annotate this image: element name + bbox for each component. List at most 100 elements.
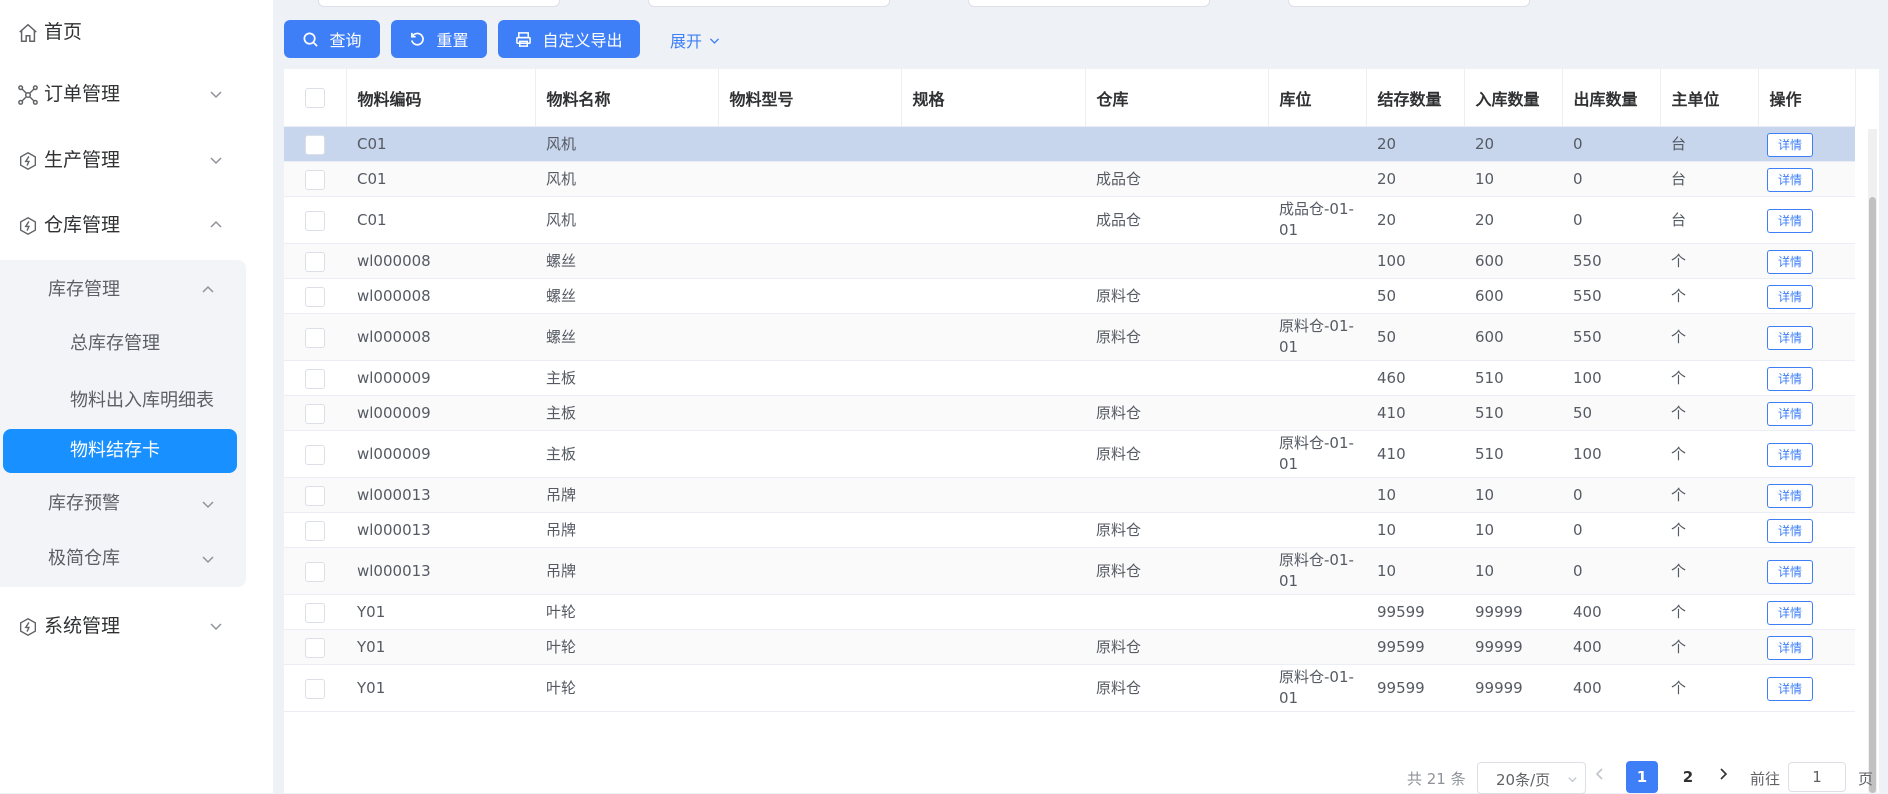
detail-button[interactable]: 详情 bbox=[1767, 677, 1813, 701]
cell-in: 510 bbox=[1464, 395, 1562, 431]
table-row[interactable]: wl000008 螺丝 原料仓 50 600 550 个详情 bbox=[284, 278, 1855, 314]
submenu-material-inout[interactable]: 物料出入库明细表 bbox=[0, 379, 246, 423]
row-checkbox[interactable] bbox=[305, 678, 325, 699]
col-header-unit[interactable]: 主单位 bbox=[1660, 69, 1759, 127]
row-checkbox[interactable] bbox=[305, 520, 325, 541]
detail-button[interactable]: 详情 bbox=[1767, 209, 1813, 233]
menu-system[interactable]: 系统管理 bbox=[0, 606, 273, 646]
table-row[interactable]: Y01 叶轮 99599 99999 400 个详情 bbox=[284, 594, 1855, 630]
col-header-in[interactable]: 入库数量 bbox=[1464, 69, 1563, 127]
cell-model bbox=[718, 196, 901, 244]
row-select-cell bbox=[284, 664, 346, 712]
cell-unit: 台 bbox=[1660, 161, 1758, 197]
detail-button[interactable]: 详情 bbox=[1767, 601, 1813, 625]
export-button[interactable]: 自定义导出 bbox=[498, 20, 640, 58]
reset-button[interactable]: 重置 bbox=[391, 20, 487, 58]
table-row[interactable]: wl000013 吊牌 原料仓 原料仓-01-01 10 10 0 个详情 bbox=[284, 547, 1855, 595]
scrollbar-thumb[interactable] bbox=[1869, 197, 1876, 793]
next-page-icon[interactable] bbox=[1716, 767, 1730, 781]
detail-button[interactable]: 详情 bbox=[1767, 285, 1813, 309]
cell-in: 10 bbox=[1464, 161, 1562, 197]
cell-spec bbox=[901, 547, 1085, 595]
detail-button[interactable]: 详情 bbox=[1767, 560, 1813, 584]
detail-button[interactable]: 详情 bbox=[1767, 326, 1813, 350]
detail-button[interactable]: 详情 bbox=[1767, 250, 1813, 274]
select-all-checkbox[interactable] bbox=[304, 87, 325, 108]
col-header-name[interactable]: 物料名称 bbox=[535, 69, 719, 127]
search-field-4[interactable] bbox=[1288, 0, 1530, 7]
row-checkbox[interactable] bbox=[305, 561, 325, 582]
detail-button[interactable]: 详情 bbox=[1767, 484, 1813, 508]
cell-location bbox=[1268, 395, 1366, 431]
detail-button[interactable]: 详情 bbox=[1767, 133, 1813, 157]
detail-button[interactable]: 详情 bbox=[1767, 402, 1813, 426]
detail-button[interactable]: 详情 bbox=[1767, 519, 1813, 543]
col-header-code[interactable]: 物料编码 bbox=[346, 69, 536, 127]
submenu-total-inventory[interactable]: 总库存管理 bbox=[0, 322, 246, 366]
col-header-location[interactable]: 库位 bbox=[1268, 69, 1367, 127]
menu-order[interactable]: 订单管理 bbox=[0, 74, 273, 114]
col-header-balance[interactable]: 结存数量 bbox=[1366, 69, 1465, 127]
query-button[interactable]: 查询 bbox=[284, 20, 380, 58]
row-checkbox[interactable] bbox=[305, 169, 325, 190]
table-row[interactable]: Y01 叶轮 原料仓 99599 99999 400 个详情 bbox=[284, 629, 1855, 665]
row-checkbox[interactable] bbox=[305, 444, 325, 465]
table-row[interactable]: wl000009 主板 原料仓 410 510 50 个详情 bbox=[284, 395, 1855, 431]
row-checkbox[interactable] bbox=[305, 134, 325, 155]
page-1-button[interactable]: 1 bbox=[1626, 761, 1658, 793]
submenu-inventory-warning[interactable]: 库存预警 bbox=[0, 482, 246, 526]
table-row[interactable]: wl000008 螺丝 原料仓 原料仓-01-01 50 600 550 个详情 bbox=[284, 313, 1855, 361]
chevron-down-icon bbox=[709, 37, 720, 44]
detail-button[interactable]: 详情 bbox=[1767, 367, 1813, 391]
row-checkbox[interactable] bbox=[305, 485, 325, 506]
table-row[interactable]: wl000013 吊牌 10 10 0 个详情 bbox=[284, 477, 1855, 513]
submenu-simple-warehouse[interactable]: 极简仓库 bbox=[0, 537, 246, 581]
row-checkbox[interactable] bbox=[305, 286, 325, 307]
page-size-select[interactable]: 20条/页 bbox=[1477, 762, 1586, 794]
menu-home[interactable]: 首页 bbox=[0, 12, 273, 52]
row-checkbox[interactable] bbox=[305, 602, 325, 623]
chevron-down-icon bbox=[1568, 777, 1577, 783]
row-checkbox[interactable] bbox=[305, 637, 325, 658]
detail-button[interactable]: 详情 bbox=[1767, 443, 1813, 467]
table-row[interactable]: wl000008 螺丝 100 600 550 个详情 bbox=[284, 243, 1855, 279]
table-row[interactable]: C01 风机 成品仓 成品仓-01-01 20 20 0 台详情 bbox=[284, 196, 1855, 244]
table-row[interactable]: C01 风机 成品仓 20 10 0 台详情 bbox=[284, 161, 1855, 197]
goto-page-input[interactable] bbox=[1788, 762, 1846, 792]
cell-in: 10 bbox=[1464, 477, 1562, 513]
submenu-material-card[interactable]: 物料结存卡 bbox=[3, 429, 237, 473]
menu-warehouse[interactable]: 仓库管理 bbox=[0, 205, 273, 245]
detail-button[interactable]: 详情 bbox=[1767, 168, 1813, 192]
col-header-warehouse[interactable]: 仓库 bbox=[1085, 69, 1269, 127]
cell-out: 0 bbox=[1562, 477, 1660, 513]
table-row[interactable]: wl000009 主板 原料仓 原料仓-01-01 410 510 100 个详情 bbox=[284, 430, 1855, 478]
row-checkbox[interactable] bbox=[305, 327, 325, 348]
col-header-model[interactable]: 物料型号 bbox=[718, 69, 902, 127]
menu-production[interactable]: 生产管理 bbox=[0, 140, 273, 180]
export-button-label: 自定义导出 bbox=[542, 31, 623, 50]
col-header-spec[interactable]: 规格 bbox=[901, 69, 1086, 127]
table-row[interactable]: Y01 叶轮 原料仓 原料仓-01-01 99599 99999 400 个详情 bbox=[284, 664, 1855, 712]
search-field-3[interactable] bbox=[968, 0, 1210, 7]
cell-action: 详情 bbox=[1758, 430, 1855, 478]
search-field-2[interactable] bbox=[648, 0, 890, 7]
row-checkbox[interactable] bbox=[305, 403, 325, 424]
search-field-1[interactable] bbox=[318, 0, 560, 7]
submenu-inventory[interactable]: 库存管理 bbox=[0, 268, 246, 312]
row-checkbox[interactable] bbox=[305, 210, 325, 231]
detail-button[interactable]: 详情 bbox=[1767, 636, 1813, 660]
row-checkbox[interactable] bbox=[305, 368, 325, 389]
prev-page-icon[interactable] bbox=[1593, 767, 1607, 781]
expand-toggle[interactable]: 展开 bbox=[670, 28, 721, 52]
cell-code: C01 bbox=[346, 126, 535, 162]
vertical-scrollbar[interactable] bbox=[1868, 129, 1877, 793]
cell-action: 详情 bbox=[1758, 547, 1855, 595]
table-row[interactable]: C01 风机 20 20 0 台详情 bbox=[284, 126, 1855, 162]
page-2-button[interactable]: 2 bbox=[1672, 761, 1704, 793]
cell-out: 0 bbox=[1562, 512, 1660, 548]
row-checkbox[interactable] bbox=[305, 251, 325, 272]
col-header-out[interactable]: 出库数量 bbox=[1562, 69, 1661, 127]
cell-in: 99999 bbox=[1464, 594, 1562, 630]
table-row[interactable]: wl000013 吊牌 原料仓 10 10 0 个详情 bbox=[284, 512, 1855, 548]
table-row[interactable]: wl000009 主板 460 510 100 个详情 bbox=[284, 360, 1855, 396]
